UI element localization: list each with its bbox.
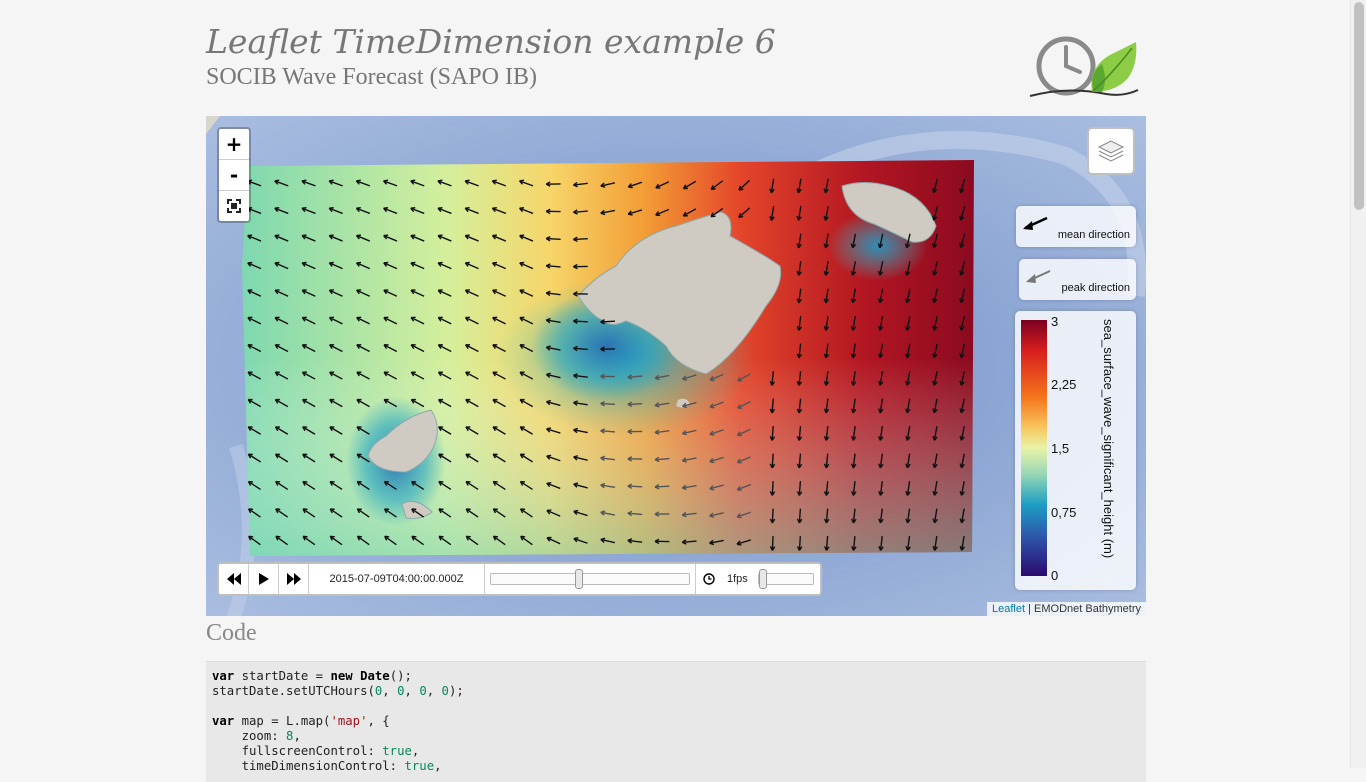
time-dimension-control: 2015-07-09T04:00:00.000Z 1fps [217,562,822,596]
colorscale-tick-0: 0 [1051,568,1058,583]
code-token: 0 [397,684,404,698]
code-token: startDate = [234,669,330,683]
code-line [212,699,1140,714]
code-token: 'map' [330,714,367,728]
code-line: fullscreenControl: true, [212,744,1140,759]
speed-control: 1fps [696,564,814,594]
play-icon [259,573,269,585]
timeline-slider[interactable] [485,564,696,594]
code-token: fullscreenControl: [212,744,382,758]
peak-direction-label: peak direction [1062,282,1131,294]
leaflet-link[interactable]: Leaflet [992,603,1025,615]
code-token: map = L.map( [234,714,330,728]
code-token: Date [360,669,390,683]
code-token: , [405,684,420,698]
code-token: timeDimensionControl: [212,759,405,773]
step-forward-button[interactable] [279,564,309,594]
fullscreen-button[interactable] [219,191,249,221]
map-canvas[interactable] [206,116,1146,616]
forward-icon [287,573,301,585]
code-token: startDate.setUTCHours( [212,684,375,698]
mean-direction-legend: mean direction [1016,206,1136,247]
code-block: var startDate = new Date();startDate.set… [206,661,1146,782]
code-token: var [212,669,234,683]
code-token: , { [368,714,390,728]
clock-icon [703,573,715,585]
timeline-track[interactable] [490,573,690,585]
page-title: Leaflet TimeDimension example 6 [206,22,776,61]
wave-forecast-map[interactable]: + - mean direction peak direction [206,116,1146,616]
code-token: 0 [419,684,426,698]
code-heading: Code [206,620,257,647]
speed-track[interactable] [758,573,814,585]
code-token: , [382,684,397,698]
code-line: startDate.setUTCHours(0, 0, 0, 0); [212,684,1140,699]
code-line: var map = L.map('map', { [212,714,1140,729]
code-token: , [293,729,300,743]
code-line: zoom: 8, [212,729,1140,744]
fullscreen-icon [226,198,242,214]
code-token [353,669,360,683]
code-token: (); [390,669,412,683]
peak-direction-legend: peak direction [1019,259,1136,300]
speed-slider-handle[interactable] [759,569,767,589]
code-token: new [330,669,352,683]
code-token: , [412,744,419,758]
colorscale-tick-1-5: 1,5 [1051,441,1069,456]
colorscale-tick-3: 3 [1051,314,1058,329]
speed-label: 1fps [727,573,748,585]
code-listing: var startDate = new Date();startDate.set… [206,662,1146,781]
page-scrollbar[interactable] [1350,0,1366,768]
wave-height-colorscale: 3 2,25 1,5 0,75 0 sea_surface_wave_signi… [1015,311,1136,590]
colorscale-bar [1021,320,1047,576]
code-token: true [405,759,435,773]
code-line: var startDate = new Date(); [212,669,1140,684]
timedimension-logo [1028,34,1140,100]
map-attribution: Leaflet | EMODnet Bathymetry [987,602,1146,616]
current-datetime-display[interactable]: 2015-07-09T04:00:00.000Z [309,564,485,594]
code-token: , [427,684,442,698]
layers-control-button[interactable] [1087,127,1135,175]
code-token: zoom: [212,729,286,743]
code-token: var [212,714,234,728]
colorscale-tick-0-75: 0,75 [1051,505,1076,520]
peak-direction-arrow-icon [1023,267,1053,287]
colorscale-variable-label: sea_surface_wave_significant_height (m) [1101,319,1116,558]
code-token: 0 [442,684,449,698]
page-subtitle: SOCIB Wave Forecast (SAPO IB) [206,64,537,91]
scrollbar-thumb[interactable] [1354,2,1364,210]
zoom-control: + - [217,127,251,223]
play-button[interactable] [249,564,279,594]
layers-icon [1097,137,1125,165]
colorscale-tick-2-25: 2,25 [1051,377,1076,392]
code-token: ); [449,684,464,698]
timeline-slider-handle[interactable] [575,569,583,589]
zoom-in-button[interactable]: + [219,129,249,160]
page-header: Leaflet TimeDimension example 6 SOCIB Wa… [206,20,1146,115]
mean-direction-label: mean direction [1058,229,1130,241]
attribution-separator: | [1025,603,1034,615]
backward-icon [227,573,241,585]
zoom-out-button[interactable]: - [219,160,249,191]
code-token: , [434,759,441,773]
step-backward-button[interactable] [219,564,249,594]
code-token: true [382,744,412,758]
code-line: timeDimensionControl: true, [212,759,1140,774]
attribution-source: EMODnet Bathymetry [1034,603,1141,615]
mean-direction-arrow-icon [1020,214,1050,234]
